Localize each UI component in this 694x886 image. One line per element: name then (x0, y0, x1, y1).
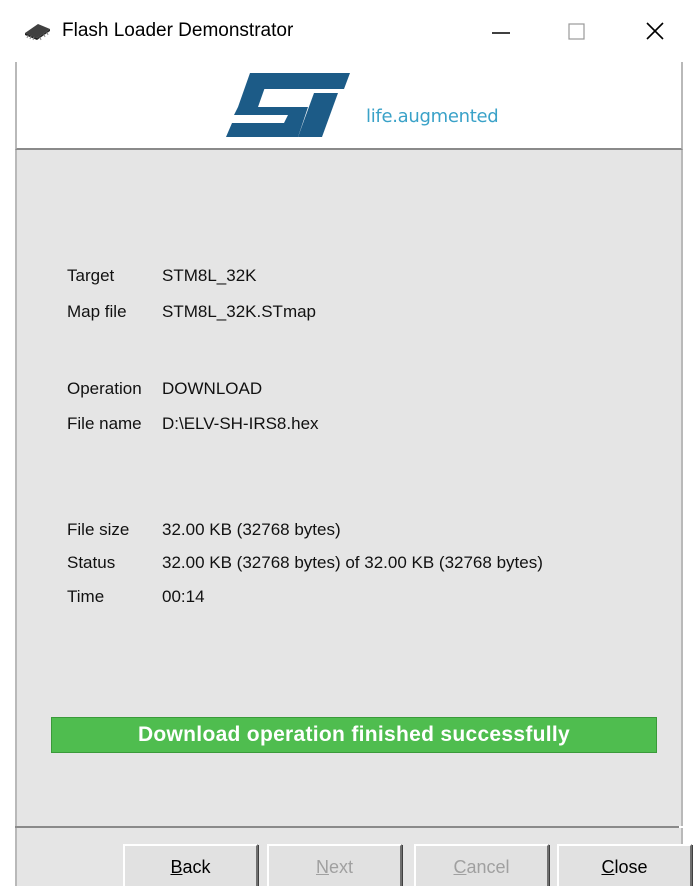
tagline: life.augmented (366, 106, 499, 127)
filename-value: D:\ELV-SH-IRS8.hex (162, 414, 319, 433)
minimize-icon (492, 32, 510, 34)
next-button[interactable]: Next (267, 844, 402, 886)
target-value: STM8L_32K (162, 266, 257, 285)
time-label: Time (67, 587, 105, 606)
flash-loader-window: Flash Loader Demonstrator life.augmented… (0, 0, 694, 886)
status-panel: Target STM8L_32K Map file STM8L_32K.STma… (15, 150, 683, 826)
maximize-button[interactable] (545, 6, 605, 56)
next-label-rest: ext (328, 857, 353, 877)
st-logo (226, 73, 350, 137)
close-icon (646, 22, 664, 40)
back-button[interactable]: Back (123, 844, 258, 886)
filename-label: File name (67, 414, 142, 433)
cancel-label-rest: ancel (466, 857, 510, 877)
back-mnemonic: B (170, 857, 183, 877)
close-mnemonic: C (601, 857, 615, 877)
title-bar[interactable]: Flash Loader Demonstrator (0, 0, 694, 62)
st-banner: life.augmented (15, 62, 683, 150)
mapfile-value: STM8L_32K.STmap (162, 302, 317, 321)
close-label-rest: lose (614, 857, 648, 877)
progress-bar: Download operation finished successfully (51, 717, 657, 753)
cancel-mnemonic: C (453, 857, 467, 877)
target-label: Target (67, 266, 115, 285)
status-value: 32.00 KB (32768 bytes) of 32.00 KB (3276… (162, 553, 543, 572)
filesize-label: File size (67, 520, 130, 539)
window-close-button[interactable] (625, 6, 685, 56)
progress-message: Download operation finished successfully (137, 723, 571, 746)
operation-value: DOWNLOAD (162, 379, 263, 398)
maximize-icon (568, 23, 585, 40)
chip-icon (25, 24, 50, 41)
window-title: Flash Loader Demonstrator (62, 20, 294, 41)
minimize-button[interactable] (470, 6, 530, 56)
status-label: Status (67, 553, 116, 572)
time-value: 00:14 (162, 587, 205, 606)
close-button[interactable]: Close (557, 844, 692, 886)
back-label-rest: ack (182, 857, 211, 877)
filesize-value: 32.00 KB (32768 bytes) (162, 520, 341, 539)
cancel-button[interactable]: Cancel (414, 844, 549, 886)
button-bar: Back Next Cancel Close (15, 828, 692, 886)
next-mnemonic: N (315, 857, 329, 877)
operation-label: Operation (67, 379, 142, 398)
mapfile-label: Map file (67, 302, 127, 321)
